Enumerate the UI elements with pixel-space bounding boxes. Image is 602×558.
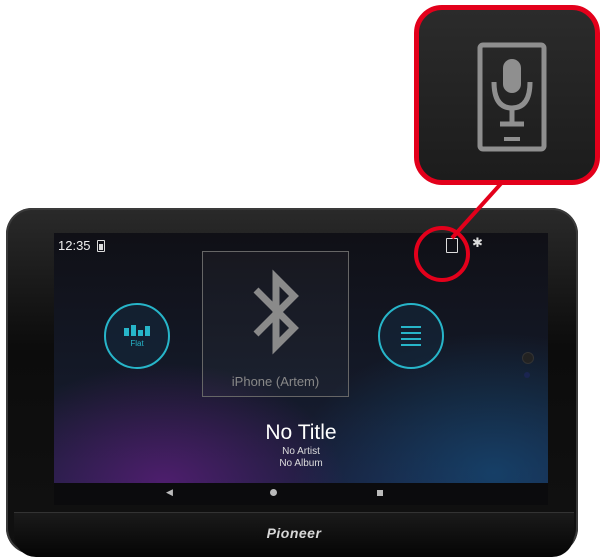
bluetooth-icon: ✱ (472, 235, 483, 250)
recent-apps-icon[interactable] (377, 490, 383, 496)
navigation-bar: ◀ (54, 483, 548, 505)
device-screen: 12:35 ✱ Flat iPhone (Artem) No Title No … (54, 233, 548, 505)
brand-logo: Pioneer (266, 525, 322, 541)
track-album: No Album (279, 458, 323, 469)
mic-phone-icon (477, 42, 547, 152)
equalizer-label: Flat (130, 339, 144, 348)
back-icon[interactable]: ◀ (166, 487, 173, 498)
device-base: Pioneer (14, 512, 574, 557)
list-button[interactable] (378, 303, 444, 369)
home-icon[interactable] (270, 489, 277, 496)
battery-icon (97, 240, 105, 252)
list-icon (401, 326, 421, 346)
equalizer-icon (124, 324, 150, 336)
track-title: No Title (265, 421, 337, 444)
bluetooth-icon (203, 262, 348, 367)
album-art-placeholder: iPhone (Artem) (202, 251, 349, 397)
equalizer-button[interactable]: Flat (104, 303, 170, 369)
track-artist: No Artist (282, 446, 320, 457)
source-device-name: iPhone (Artem) (231, 374, 320, 389)
camera-sensor (522, 352, 534, 364)
light-sensor (524, 372, 530, 378)
status-time: 12:35 (58, 238, 91, 253)
callout-zoom-panel (414, 5, 600, 185)
callout-highlight-ring (414, 226, 470, 282)
